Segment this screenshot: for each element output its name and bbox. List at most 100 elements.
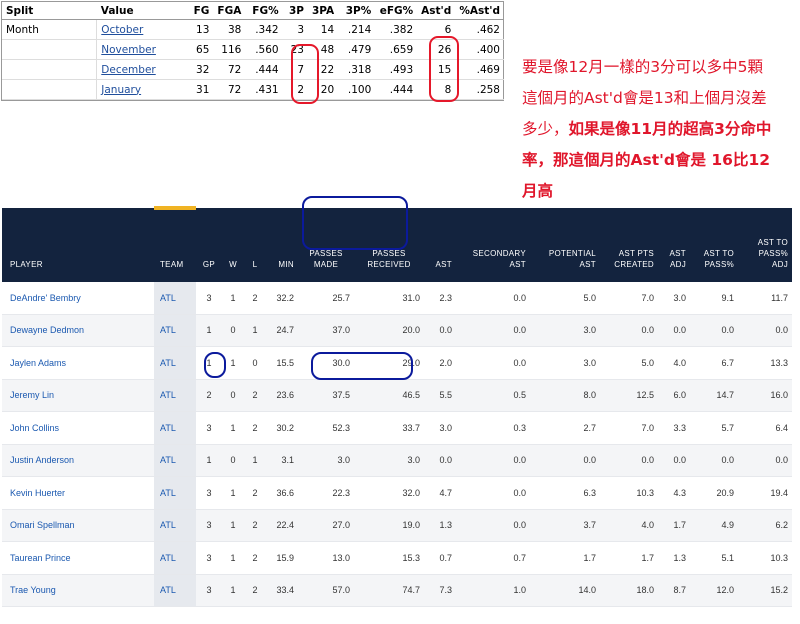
passes-received-cell: 20.0 [354,314,424,347]
team-cell[interactable]: ATL [154,509,196,542]
fg-pct-cell: .342 [255,23,279,36]
table-row: Justin Anderson ATL 1 0 1 3.1 3.0 3.0 0.0 0.0 0.0 0… [2,444,792,477]
ast-adj-cell: 4.3 [658,476,690,510]
month-link-text[interactable]: November [101,44,156,56]
header-secondary-ast[interactable]: SECONDARY AST [456,208,530,282]
player-cell[interactable]: Dewayne Dedmon [2,314,154,347]
month-link-text[interactable]: January [101,84,141,96]
fga-cell: 72 [227,83,242,96]
header-passes-received[interactable]: PASSES RECEIVED [354,208,424,282]
split-row-november: November 65 116 .560 23 48 .479 .659 26 … [2,39,504,60]
annotation-line: 率，那這個月的Ast'd會是 16比12 [522,151,771,169]
w-cell: 1 [222,476,244,510]
header-passes-made[interactable]: PASSES MADE [298,208,354,282]
ast-cell: 1.3 [424,509,456,542]
col-fg: FG [184,2,214,20]
split-cell [2,40,97,60]
header-ast-to-pass[interactable]: AST TO PASS% [690,208,738,282]
player-cell[interactable]: Jeremy Lin [2,379,154,412]
min-cell: 36.6 [266,476,298,510]
min-cell: 33.4 [266,574,298,607]
ast-adj-cell: 1.3 [658,541,690,575]
passes-made-cell: 13.0 [298,541,354,575]
ast-to-pass-cell: 0.0 [690,444,738,477]
fg-cell: 32 [196,63,210,76]
3pa-cell: 48 [320,43,335,56]
passes-received-cell: 19.0 [354,509,424,542]
ast-cell: 2.0 [424,346,456,380]
team-cell[interactable]: ATL [154,346,196,380]
col-split: Split [2,2,97,20]
min-cell: 3.1 [266,444,298,477]
player-cell[interactable]: DeAndre' Bembry [2,282,154,315]
team-cell[interactable]: ATL [154,379,196,412]
team-cell[interactable]: ATL [154,411,196,445]
header-w[interactable]: W [222,208,244,282]
team-cell[interactable]: ATL [154,314,196,347]
3p-cell: 3 [297,23,304,36]
secondary-ast-cell: 0.5 [456,379,530,412]
secondary-ast-cell: 0.3 [456,411,530,445]
team-cell[interactable]: ATL [154,541,196,575]
month-link-november[interactable]: November [96,39,185,60]
ast-to-pass-cell: 5.7 [690,411,738,445]
ast-cell: 3.0 [424,411,456,445]
team-cell[interactable]: ATL [154,574,196,607]
l-cell: 1 [244,444,266,477]
player-cell[interactable]: Omari Spellman [2,509,154,542]
month-link-text[interactable]: December [101,64,155,76]
header-ast[interactable]: AST [424,208,456,282]
l-cell: 2 [244,282,266,315]
ast-adj-cell: 0.0 [658,444,690,477]
player-cell[interactable]: Trae Young [2,574,154,607]
header-ast-pts-created[interactable]: AST PTS CREATED [600,208,658,282]
l-cell: 2 [244,541,266,575]
header-player[interactable]: PLAYER [2,208,154,282]
ast-pts-created-cell: 1.7 [600,541,658,575]
l-cell: 1 [244,314,266,347]
header-team[interactable]: TEAM [154,206,196,282]
ast-pts-created-cell: 7.0 [600,282,658,315]
team-cell[interactable]: ATL [154,282,196,315]
col-value: Value [96,2,185,20]
player-cell[interactable]: John Collins [2,411,154,445]
ast-to-pass-adj-cell: 6.2 [738,509,792,542]
efg-cell: .659 [389,43,414,56]
ast-to-pass-adj-cell: 0.0 [738,444,792,477]
month-link-january[interactable]: January [96,79,185,100]
table-row: Omari Spellman ATL 3 1 2 22.4 27.0 19.0 1.3 0.0 3.… [2,509,792,542]
month-link-october[interactable]: October [96,19,185,40]
ast-to-pass-adj-cell: 15.2 [738,574,792,607]
passes-received-cell: 3.0 [354,444,424,477]
3p-pct-cell: .214 [347,23,372,36]
month-link-december[interactable]: December [96,59,185,80]
w-cell: 1 [222,346,244,380]
passes-made-cell: 37.5 [298,379,354,412]
header-ast-to-pass-adj[interactable]: AST TO PASS% ADJ [738,208,792,282]
player-cell[interactable]: Justin Anderson [2,444,154,477]
secondary-ast-cell: 0.0 [456,282,530,315]
header-potential-ast[interactable]: POTENTIAL AST [530,208,600,282]
passes-received-cell: 33.7 [354,411,424,445]
table-row: DeAndre' Bembry ATL 3 1 2 32.2 25.7 31.0 2.3 0.0 5… [2,282,792,315]
player-cell[interactable]: Jaylen Adams [2,346,154,380]
col-astd-pct: %Ast'd [455,2,504,20]
header-gp[interactable]: GP [196,208,222,282]
player-cell[interactable]: Kevin Huerter [2,476,154,510]
split-cell [2,80,97,100]
team-cell[interactable]: ATL [154,444,196,477]
gp-cell: 1 [196,346,222,380]
ast-cell: 0.0 [424,444,456,477]
table-row: Dewayne Dedmon ATL 1 0 1 24.7 37.0 20.0 0.0 0.0 3.… [2,314,792,347]
efg-cell: .444 [389,83,414,96]
ast-pts-created-cell: 5.0 [600,346,658,380]
month-link-text[interactable]: October [101,24,143,36]
header-l[interactable]: L [244,208,266,282]
fg-pct-cell: .444 [255,63,279,76]
ast-pts-created-cell: 12.5 [600,379,658,412]
header-min[interactable]: MIN [266,208,298,282]
gp-cell: 3 [196,282,222,315]
player-cell[interactable]: Taurean Prince [2,541,154,575]
team-cell[interactable]: ATL [154,476,196,510]
header-ast-adj[interactable]: AST ADJ [658,208,690,282]
